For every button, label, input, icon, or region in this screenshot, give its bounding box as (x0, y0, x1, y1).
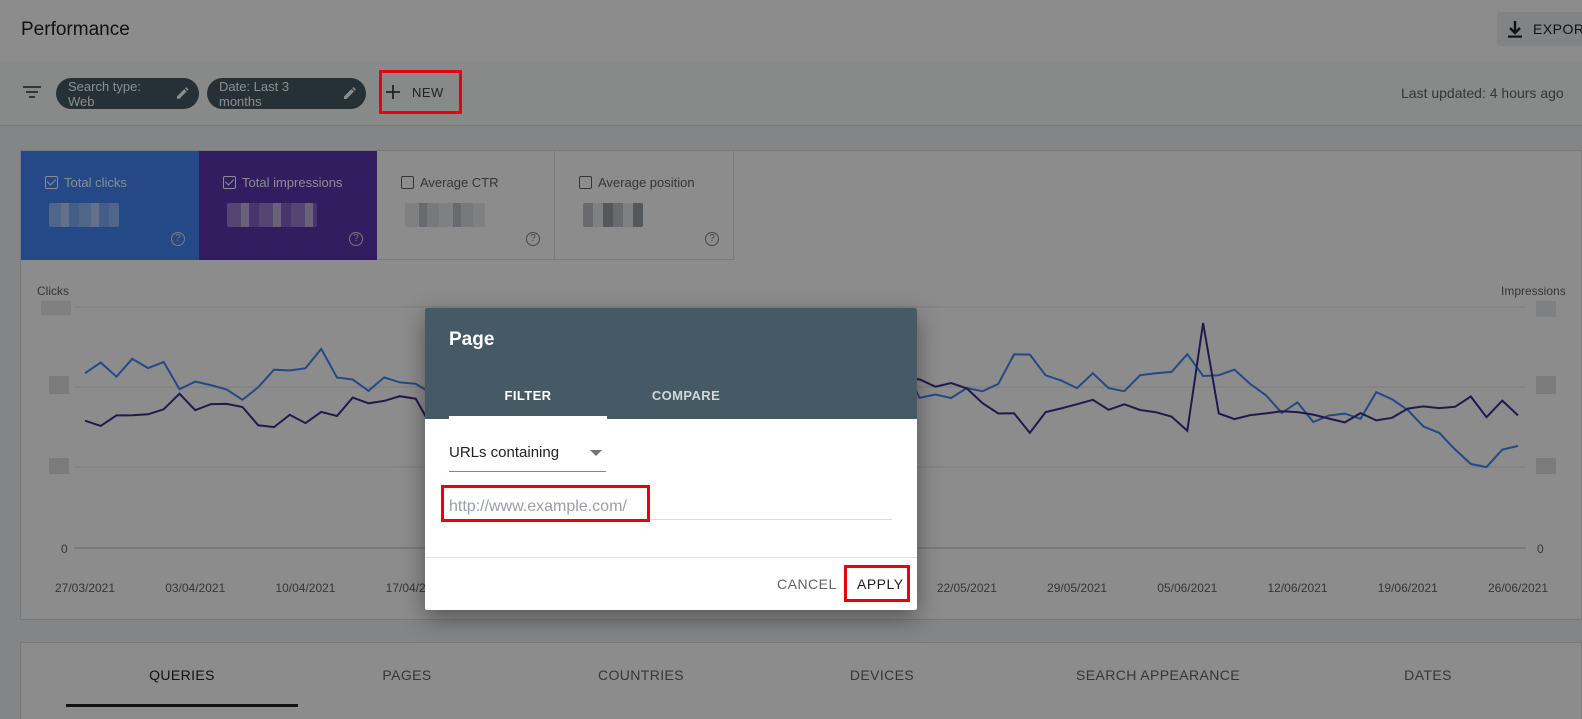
page-filter-dialog: Page FILTER COMPARE URLs containing CANC… (425, 308, 917, 610)
cancel-button[interactable]: CANCEL (777, 576, 837, 592)
active-tab-indicator (449, 416, 607, 419)
divider (425, 557, 917, 558)
select-value: URLs containing (449, 444, 560, 461)
dialog-title: Page (449, 329, 495, 350)
dropdown-arrow-icon (590, 450, 602, 456)
match-type-select[interactable]: URLs containing (449, 444, 606, 472)
tab-filter[interactable]: FILTER (505, 388, 552, 403)
dialog-header: Page FILTER COMPARE (425, 308, 917, 419)
url-input[interactable] (449, 494, 892, 520)
tab-compare[interactable]: COMPARE (652, 388, 720, 403)
apply-button[interactable]: APPLY (857, 576, 904, 592)
